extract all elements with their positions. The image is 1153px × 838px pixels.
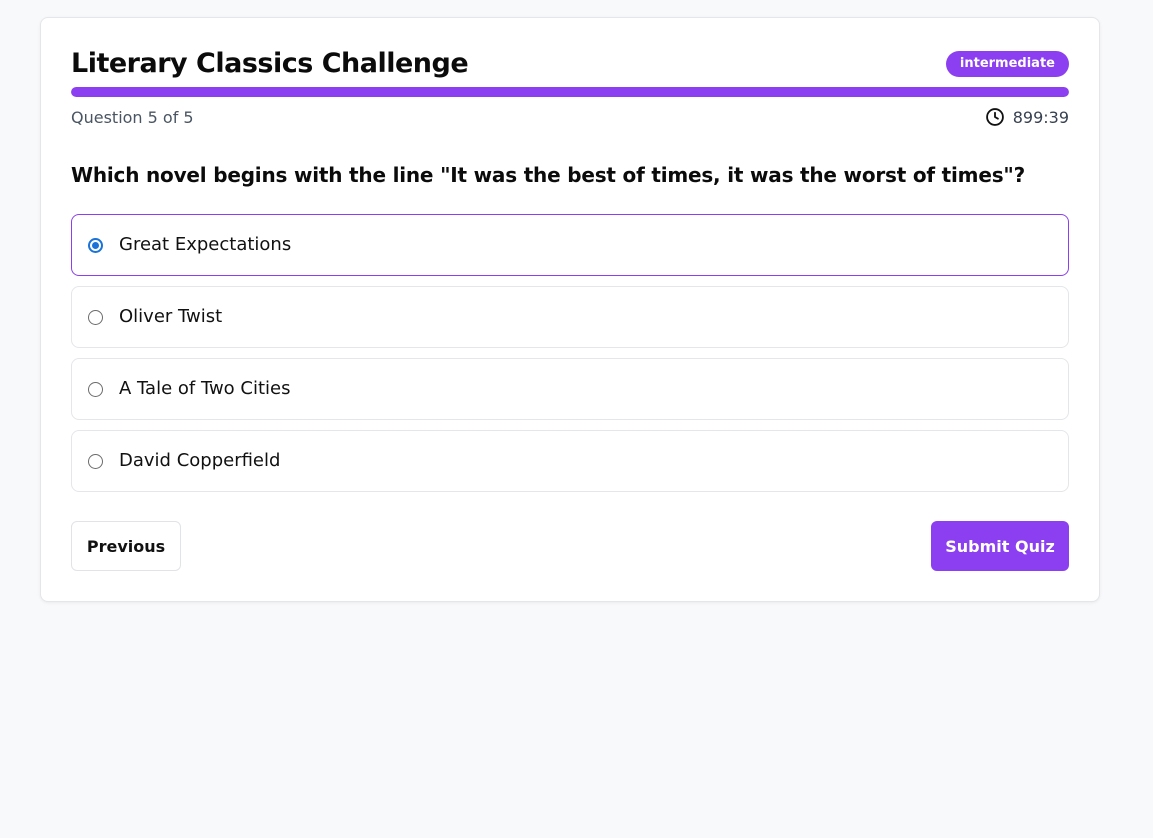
clock-icon	[985, 108, 1004, 126]
answer-option-label: A Tale of Two Cities	[119, 378, 291, 399]
progress-bar-fill	[71, 87, 1069, 97]
quiz-meta: Question 5 of 5 899:39	[71, 106, 1069, 128]
radio-button[interactable]	[88, 454, 103, 469]
previous-button[interactable]: Previous	[71, 521, 181, 571]
answer-option[interactable]: David Copperfield	[71, 430, 1069, 492]
question-counter: Question 5 of 5	[71, 108, 194, 127]
timer-value: 899:39	[1012, 107, 1069, 127]
timer: 899:39	[985, 106, 1069, 128]
quiz-card: Literary Classics Challenge intermediate…	[40, 17, 1100, 602]
difficulty-badge: intermediate	[945, 51, 1069, 77]
answer-option[interactable]: Great Expectations	[71, 214, 1069, 276]
quiz-header: Literary Classics Challenge intermediate	[71, 48, 1069, 84]
answer-option[interactable]: A Tale of Two Cities	[71, 358, 1069, 420]
question-text: Which novel begins with the line "It was…	[71, 163, 1026, 187]
answer-option[interactable]: Oliver Twist	[71, 286, 1069, 348]
radio-button[interactable]	[88, 382, 103, 397]
answer-option-label: Oliver Twist	[119, 306, 223, 327]
radio-button[interactable]	[88, 310, 103, 325]
radio-button[interactable]	[88, 238, 103, 253]
submit-quiz-button[interactable]: Submit Quiz	[931, 521, 1069, 571]
progress-bar	[71, 87, 1069, 97]
answer-option-label: David Copperfield	[119, 450, 281, 471]
answer-option-label: Great Expectations	[119, 234, 292, 255]
quiz-title: Literary Classics Challenge	[71, 48, 469, 79]
